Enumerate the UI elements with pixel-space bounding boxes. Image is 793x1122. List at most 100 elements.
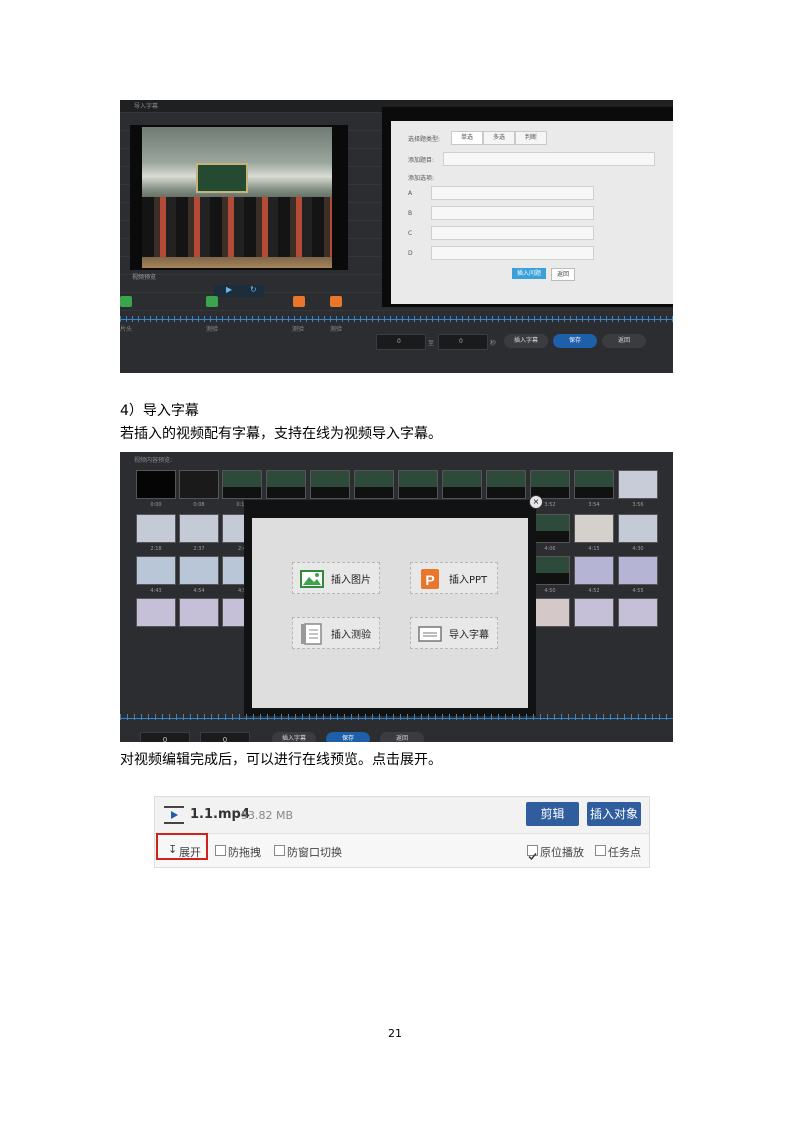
insert-object-button[interactable]: 插入对象 — [587, 802, 641, 826]
option-a-input[interactable] — [431, 186, 594, 200]
timeline-marker-quiz-1[interactable] — [206, 296, 218, 307]
end-time-input[interactable]: 0 — [200, 732, 250, 742]
thumbnail[interactable] — [618, 556, 658, 585]
section-description: 若插入的视频配有字幕，支持在线为视频导入字幕。 — [120, 426, 442, 442]
timeline-label-quiz-3: 测验 — [330, 326, 343, 333]
inplace-play-checkbox[interactable] — [527, 845, 538, 861]
panel-back-button[interactable]: 返回 — [551, 268, 575, 281]
thumbnail[interactable] — [486, 470, 526, 499]
thumbnail[interactable] — [574, 556, 614, 585]
thumbnail-time: 2:37 — [193, 546, 205, 552]
question-label: 添加题目: — [408, 157, 435, 164]
timeline-line — [120, 319, 673, 320]
insert-question-button[interactable]: 插入问题 — [512, 268, 546, 279]
thumbnail-time: 3:54 — [588, 502, 600, 508]
thumbnail-time: 2:18 — [150, 546, 162, 552]
classroom-students — [142, 197, 332, 257]
thumbnail-time: 4:54 — [193, 588, 205, 594]
thumbnail[interactable] — [530, 556, 570, 585]
thumbnail[interactable] — [618, 598, 658, 627]
insert-ppt-label: 插入PPT — [449, 575, 488, 586]
seconds-label: 秒 — [490, 340, 497, 347]
thumbnail[interactable] — [179, 556, 219, 585]
thumbnail-time: 4:52 — [588, 588, 600, 594]
thumbnail[interactable] — [179, 470, 219, 499]
insert-image-label: 插入图片 — [331, 575, 371, 586]
insert-image-option[interactable]: 插入图片 — [292, 562, 380, 594]
option-c-input[interactable] — [431, 226, 594, 240]
option-d-input[interactable] — [431, 246, 594, 260]
thumbnail[interactable] — [398, 470, 438, 499]
question-type-label: 选择题类型: — [408, 136, 441, 143]
timeline-ticks[interactable] — [120, 714, 673, 720]
play-icon[interactable]: ▶ — [226, 285, 232, 294]
timeline-marker-quiz-2[interactable] — [293, 296, 305, 307]
ppt-icon: P — [421, 569, 439, 589]
tab-single-choice[interactable]: 单选 — [451, 131, 483, 145]
timeline-marker-quiz-3[interactable] — [330, 296, 342, 307]
edit-button[interactable]: 剪辑 — [526, 802, 579, 826]
replay-icon[interactable]: ↻ — [250, 285, 257, 294]
insert-ppt-option[interactable]: P 插入PPT — [410, 562, 498, 594]
thumbnail[interactable] — [136, 470, 176, 499]
thumbnail[interactable] — [179, 514, 219, 543]
thumbnail[interactable] — [222, 470, 262, 499]
back-button[interactable]: 返回 — [380, 732, 424, 742]
video-caption: 视频预览 — [132, 274, 157, 281]
option-b-input[interactable] — [431, 206, 594, 220]
back-button[interactable]: 返回 — [602, 334, 646, 348]
anti-window-switch-checkbox[interactable] — [274, 845, 285, 856]
save-button[interactable]: 保存 — [553, 334, 597, 348]
insert-quiz-option[interactable]: 插入测验 — [292, 617, 380, 649]
end-time-input[interactable]: 0 — [438, 334, 488, 350]
options-label: 添加选项: — [408, 175, 435, 182]
timeline-label-quiz-2: 测验 — [292, 326, 305, 333]
option-a-letter: A — [408, 190, 413, 197]
insert-subtitle-button[interactable]: 插入字幕 — [504, 334, 548, 348]
start-time-input[interactable]: 0 — [140, 732, 190, 742]
video-player[interactable] — [130, 125, 348, 270]
thumbnail[interactable] — [574, 470, 614, 499]
file-row: 1.1.mp4 53.82 MB 剪辑 插入对象 — [155, 797, 649, 834]
inplace-play-label: 原位播放 — [540, 846, 584, 859]
timeline-label-quiz-1: 测验 — [206, 326, 219, 333]
timeline-marker-intro[interactable] — [120, 296, 132, 307]
thumbnail[interactable] — [618, 470, 658, 499]
thumbnail[interactable] — [574, 598, 614, 627]
task-point-checkbox[interactable] — [595, 845, 606, 856]
thumbnail-time: 4:50 — [544, 588, 556, 594]
editor-title: 导入字幕 — [134, 103, 159, 110]
thumbnail[interactable] — [136, 556, 176, 585]
thumbnail[interactable] — [179, 598, 219, 627]
timeline-line — [120, 718, 673, 719]
page-number: 21 — [388, 1027, 402, 1040]
thumbnail[interactable] — [530, 598, 570, 627]
thumbnail[interactable] — [136, 598, 176, 627]
after-text: 对视频编辑完成后，可以进行在线预览。点击展开。 — [120, 752, 442, 768]
insert-object-dialog: 插入图片 P 插入PPT 插入测验 导入字幕 — [252, 518, 528, 708]
insert-subtitle-button[interactable]: 插入字幕 — [272, 732, 316, 742]
close-icon[interactable]: × — [529, 495, 543, 509]
tab-true-false[interactable]: 判断 — [515, 131, 547, 145]
file-item-screenshot: 1.1.mp4 53.82 MB 剪辑 插入对象 ↧ 展开 防拖拽 防窗口切换 … — [154, 796, 650, 868]
option-c-letter: C — [408, 230, 413, 237]
thumbnail[interactable] — [354, 470, 394, 499]
import-subtitle-option[interactable]: 导入字幕 — [410, 617, 498, 649]
anti-drag-checkbox[interactable] — [215, 845, 226, 856]
tab-multi-choice[interactable]: 多选 — [483, 131, 515, 145]
thumbnail[interactable] — [618, 514, 658, 543]
thumbnail[interactable] — [574, 514, 614, 543]
insert-object-dialog-frame: 插入图片 P 插入PPT 插入测验 导入字幕 — [244, 500, 536, 716]
thumbnail[interactable] — [310, 470, 350, 499]
start-time-input[interactable]: 0 — [376, 334, 426, 350]
thumbnail[interactable] — [530, 514, 570, 543]
question-input[interactable] — [443, 152, 655, 166]
timeline-label-intro: 片头 — [120, 326, 133, 333]
thumbnail[interactable] — [442, 470, 482, 499]
insert-quiz-label: 插入测验 — [331, 630, 371, 641]
save-button[interactable]: 保存 — [326, 732, 370, 742]
preview-title: 视频内容预览: — [134, 457, 173, 464]
file-size: 53.82 MB — [241, 809, 294, 822]
thumbnail[interactable] — [136, 514, 176, 543]
thumbnail[interactable] — [266, 470, 306, 499]
